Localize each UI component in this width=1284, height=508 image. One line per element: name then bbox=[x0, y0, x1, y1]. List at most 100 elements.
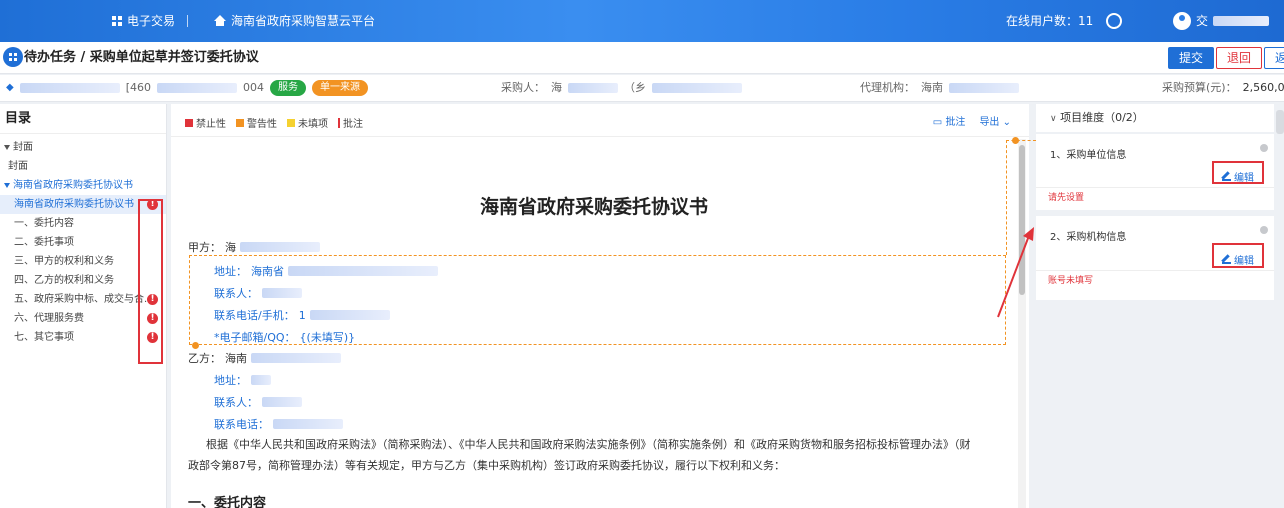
project-dimension-panel: ∨ 项目维度（0/2） 1、采购单位信息 编辑 请先设置 2、采购机构信息 编辑… bbox=[1036, 104, 1274, 508]
card-title: 2、采购机构信息 bbox=[1050, 232, 1127, 243]
legend: 禁止性 警告性 未填项 批注 bbox=[185, 115, 363, 130]
party-b-contact[interactable]: 联系人： bbox=[214, 394, 302, 410]
toc-group-cover[interactable]: 封面 bbox=[0, 138, 166, 157]
purchaser-paren: （乡 bbox=[624, 81, 646, 94]
redacted-text bbox=[288, 266, 438, 276]
app-label: 电子交易 bbox=[127, 14, 176, 28]
legend-forbidden: 禁止性 bbox=[196, 119, 226, 130]
divider bbox=[171, 136, 1029, 137]
layers-icon: ◆ bbox=[6, 82, 14, 93]
user-name: 交 bbox=[1196, 14, 1209, 28]
online-users-label: 在线用户数：11 bbox=[1006, 14, 1094, 28]
panel-heading-label: 项目维度（0/2） bbox=[1060, 111, 1144, 124]
agency-info: 代理机构： 海南 bbox=[860, 75, 1019, 101]
redacted-project-code bbox=[157, 83, 237, 93]
connector-dot bbox=[192, 342, 199, 349]
platform-label: 海南省政府采购智慧云平台 bbox=[231, 14, 376, 28]
legend-warning: 警告性 bbox=[247, 119, 277, 130]
chat-icon bbox=[1106, 8, 1122, 50]
card-status: 请先设置 bbox=[1048, 193, 1085, 203]
project-code: ◆ [460 004 服务 单一来源 bbox=[6, 75, 368, 101]
budget-info: 采购预算(元)： 2,560,000.00 bbox=[1162, 75, 1284, 101]
party-b-address[interactable]: 地址： bbox=[214, 372, 271, 388]
legend-comment: 批注 bbox=[343, 119, 363, 130]
purchaser-info: 采购人： 海 （乡 bbox=[501, 75, 742, 101]
party-a-line: 甲方：海 bbox=[188, 239, 320, 255]
unfilled-swatch bbox=[287, 118, 295, 127]
grid-icon bbox=[112, 16, 122, 26]
chevron-down-icon: ∨ bbox=[1050, 114, 1057, 124]
project-info-bar: ◆ [460 004 服务 单一来源 采购人： 海 （乡 代理机构： 海南 采购… bbox=[0, 75, 1284, 102]
card-status: 账号未填写 bbox=[1048, 276, 1094, 286]
agency-value: 海南 bbox=[921, 81, 943, 94]
purchaser-label: 采购人： bbox=[501, 81, 545, 94]
party-a-phone[interactable]: 联系电话/手机： 1 bbox=[214, 307, 390, 323]
redacted-text bbox=[251, 353, 341, 363]
scrollbar-thumb[interactable] bbox=[1276, 110, 1284, 134]
app-switcher[interactable]: 电子交易 bbox=[112, 0, 175, 42]
top-navigation-bar: 电子交易 海南省政府采购智慧云平台 在线用户数：11 交 bbox=[0, 0, 1284, 50]
purchaser-info-card: 1、采购单位信息 编辑 请先设置 bbox=[1036, 134, 1274, 210]
comment-swatch bbox=[338, 117, 340, 128]
card-title: 1、采购单位信息 bbox=[1050, 150, 1127, 161]
submit-button[interactable]: 提交 bbox=[1168, 47, 1215, 69]
online-users: 在线用户数：11 bbox=[1006, 0, 1093, 42]
status-dot bbox=[1260, 226, 1268, 234]
redacted-text bbox=[309, 310, 390, 320]
document-title: 海南省政府采购委托协议书 bbox=[479, 196, 708, 218]
toc-item-cover[interactable]: 封面 bbox=[0, 157, 166, 176]
export-button[interactable]: 导出 ⌄ bbox=[979, 113, 1011, 128]
toc-group-agreement[interactable]: 海南省政府采购委托协议书 bbox=[0, 176, 166, 195]
annotation-highlight-box bbox=[1212, 161, 1264, 184]
annotation-highlight-box bbox=[138, 199, 163, 364]
caret-down-icon bbox=[4, 144, 10, 150]
comment-button[interactable]: ▭ 批注 bbox=[933, 113, 966, 128]
redacted-text bbox=[262, 397, 302, 407]
preamble-line-1: 根据《中华人民共和国政府采购法》（简称采购法）、《中华人民共和国政府采购法实施条… bbox=[206, 438, 971, 451]
divider bbox=[1036, 270, 1274, 271]
connector-line bbox=[1006, 140, 1036, 141]
agency-info-card: 2、采购机构信息 编辑 账号未填写 bbox=[1036, 216, 1274, 300]
party-a-address[interactable]: 地址： 海南省 bbox=[214, 263, 438, 279]
party-b-line: 乙方： 海南 bbox=[188, 350, 341, 366]
annotation-highlight-box bbox=[1212, 243, 1264, 268]
divider bbox=[1036, 187, 1274, 188]
redacted-text bbox=[251, 375, 271, 385]
redacted-purchaser-detail bbox=[652, 83, 742, 93]
home-icon bbox=[214, 15, 226, 26]
panel-heading[interactable]: ∨ 项目维度（0/2） bbox=[1036, 104, 1274, 132]
party-a-contact[interactable]: 联系人： bbox=[214, 285, 302, 301]
page-title: 待办任务 / 采购单位起草并签订委托协议 bbox=[24, 50, 259, 65]
redacted-project-name bbox=[19, 83, 120, 93]
status-dot bbox=[1260, 144, 1268, 152]
return-button[interactable]: 返 bbox=[1264, 47, 1284, 69]
messages-button[interactable] bbox=[1106, 0, 1122, 50]
budget-label: 采购预算(元)： bbox=[1162, 81, 1237, 94]
send-back-button[interactable]: 退回 bbox=[1216, 47, 1263, 69]
party-b-phone[interactable]: 联系电话： bbox=[214, 416, 343, 432]
project-code-prefix: [460 bbox=[125, 81, 151, 94]
redacted-text bbox=[273, 419, 343, 429]
toc-heading: 目录 bbox=[0, 104, 166, 134]
agency-label: 代理机构： bbox=[860, 81, 915, 94]
connector-line bbox=[1006, 140, 1007, 255]
user-menu[interactable]: 交 bbox=[1173, 0, 1270, 42]
doc-tools: ▭ 批注 导出 ⌄ bbox=[933, 113, 1011, 128]
section-heading-1: 一、委托内容 bbox=[188, 496, 267, 508]
divider bbox=[187, 15, 188, 27]
category-badge: 服务 bbox=[270, 80, 306, 96]
redacted-text bbox=[262, 288, 302, 298]
page-title-bar: 待办任务 / 采购单位起草并签订委托协议 提交 退回 返 bbox=[0, 42, 1284, 74]
redacted-agency bbox=[949, 83, 1019, 93]
legend-unfilled: 未填项 bbox=[298, 119, 328, 130]
budget-value: 2,560,000.00 bbox=[1242, 81, 1284, 94]
platform-link[interactable]: 海南省政府采购智慧云平台 bbox=[214, 0, 375, 42]
method-badge: 单一来源 bbox=[312, 80, 368, 96]
forbidden-swatch bbox=[185, 118, 193, 127]
purchaser-value: 海 bbox=[551, 81, 562, 94]
party-a-email[interactable]: *电子邮箱/QQ： {(未填写)} bbox=[214, 329, 355, 345]
redacted-username bbox=[1213, 16, 1270, 26]
annotation-arrow bbox=[997, 227, 1034, 318]
preamble-line-2: 政部令第87号，简称管理办法）等有关规定，甲方与乙方（集中采购机构）签订政府采购… bbox=[188, 459, 785, 472]
project-code-suffix: 004 bbox=[243, 81, 264, 94]
